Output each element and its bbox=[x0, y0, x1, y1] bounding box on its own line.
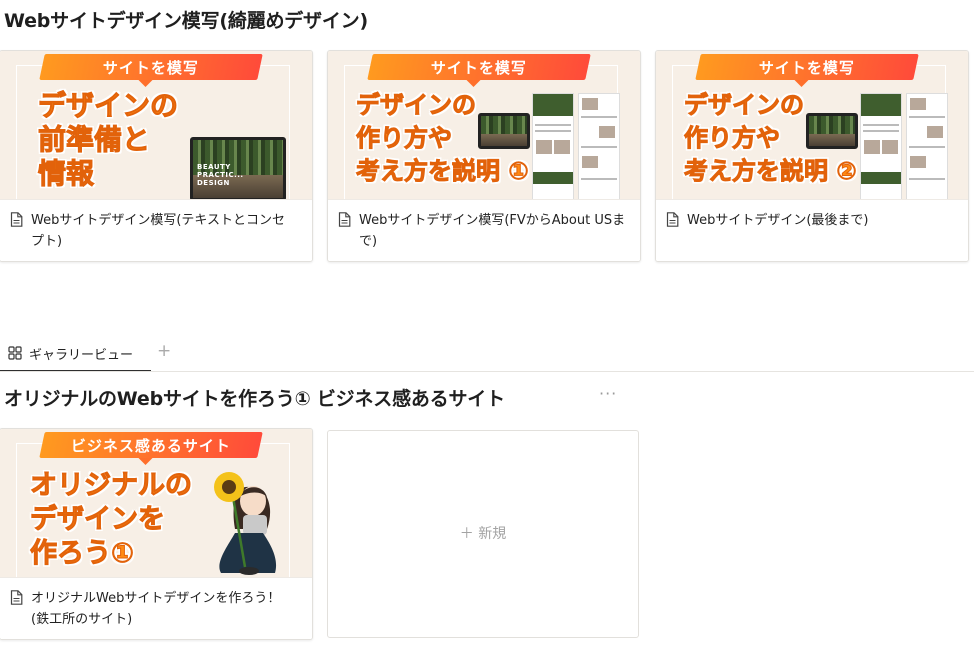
cover-ribbon: サイトを模写 bbox=[39, 54, 263, 80]
card-title[interactable]: Webサイトデザイン模写(テキストとコンセプト) bbox=[31, 210, 298, 252]
webpage-mockup bbox=[532, 93, 574, 199]
page-document-icon bbox=[338, 212, 351, 227]
gallery-card-fv-about[interactable]: サイトを模写 デザインの 作り方や 考え方を説明 ① Webサイトデザイン模写(… bbox=[327, 50, 641, 262]
page-document-icon bbox=[10, 212, 23, 227]
girl-with-sunflower-illustration bbox=[214, 472, 277, 575]
cover-headline: オリジナルの デザインを 作ろう① bbox=[30, 470, 193, 570]
webpage-mockup bbox=[906, 93, 948, 199]
gallery-card-to-end[interactable]: サイトを模写 デザインの 作り方や 考え方を説明 ② Webサイトデザイン(最後… bbox=[655, 50, 969, 262]
tab-divider bbox=[0, 371, 974, 372]
cover-ribbon: サイトを模写 bbox=[367, 54, 591, 80]
card-cover-image: サイトを模写 デザインの 作り方や 考え方を説明 ② bbox=[656, 51, 968, 199]
add-view-button[interactable]: + bbox=[157, 341, 171, 361]
section-title-original-site: オリジナルのWebサイトを作ろう① ビジネス感あるサイト bbox=[4, 388, 505, 410]
new-page-label: ＋ 新規 bbox=[459, 526, 507, 542]
gallery-card-text-concept[interactable]: サイトを模写 デザインの 前準備と 情報 BEAUTY PRACTIC... D… bbox=[0, 50, 313, 262]
gallery-card-original-site[interactable]: ビジネス感あるサイト オリジナルの デザインを 作ろう① オリジナルWebサイト… bbox=[0, 428, 313, 640]
webpage-mockup bbox=[860, 93, 902, 199]
page-document-icon bbox=[666, 212, 679, 227]
card-title[interactable]: オリジナルWebサイトデザインを作ろう！(鉄工所のサイト) bbox=[31, 588, 298, 630]
card-title[interactable]: Webサイトデザイン(最後まで) bbox=[687, 210, 954, 231]
cover-ribbon: ビジネス感あるサイト bbox=[39, 432, 263, 458]
new-page-button[interactable]: ＋ 新規 bbox=[327, 430, 639, 638]
laptop-illustration: BEAUTY PRACTIC... DESIGN bbox=[190, 137, 286, 199]
cover-ribbon: サイトを模写 bbox=[695, 54, 919, 80]
cover-headline: デザインの 前準備と 情報 bbox=[37, 89, 179, 191]
page-document-icon bbox=[10, 590, 23, 605]
card-title[interactable]: Webサイトデザイン模写(FVからAbout USまで) bbox=[359, 210, 626, 252]
card-cover-image: ビジネス感あるサイト オリジナルの デザインを 作ろう① bbox=[0, 429, 312, 577]
laptop-illustration bbox=[478, 113, 530, 149]
webpage-mockup bbox=[578, 93, 620, 199]
more-options-icon[interactable]: ··· bbox=[599, 384, 617, 403]
tab-gallery-view[interactable]: ギャラリービュー bbox=[0, 340, 151, 372]
tab-label: ギャラリービュー bbox=[29, 348, 134, 363]
card-cover-image: サイトを模写 デザインの 前準備と 情報 BEAUTY PRACTIC... D… bbox=[0, 51, 312, 199]
card-cover-image: サイトを模写 デザインの 作り方や 考え方を説明 ① bbox=[328, 51, 640, 199]
gallery-grid-icon bbox=[8, 346, 22, 360]
section-title-web-design-copy: Webサイトデザイン模写(綺麗めデザイン) bbox=[4, 10, 368, 32]
laptop-illustration bbox=[806, 113, 858, 149]
